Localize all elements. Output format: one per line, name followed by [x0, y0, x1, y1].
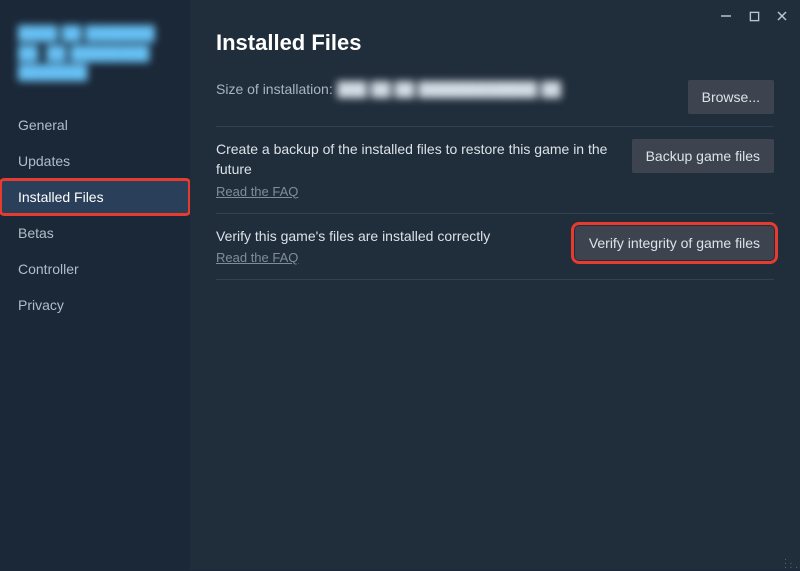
- sidebar-item-general[interactable]: General: [0, 107, 190, 143]
- main-panel: Installed Files Size of installation: ██…: [190, 0, 800, 570]
- window-controls: [718, 8, 790, 24]
- game-title-area: ████ ██ ███████ ██: ██ ████████ ███████: [0, 18, 190, 107]
- close-icon: [776, 10, 788, 22]
- sidebar-item-label: General: [18, 117, 68, 133]
- resize-grip[interactable]: .. .. . .: [784, 556, 798, 568]
- page-title: Installed Files: [216, 30, 774, 56]
- sidebar-item-installed-files[interactable]: Installed Files: [0, 179, 190, 215]
- verify-row: Verify this game's files are installed c…: [216, 214, 774, 280]
- install-path: ███ ██ ██ ████████████ ██: [337, 81, 561, 97]
- sidebar-item-label: Controller: [18, 261, 79, 277]
- maximize-button[interactable]: [746, 8, 762, 24]
- sidebar-item-betas[interactable]: Betas: [0, 215, 190, 251]
- sidebar: ████ ██ ███████ ██: ██ ████████ ███████ …: [0, 0, 190, 570]
- browse-button[interactable]: Browse...: [688, 80, 774, 114]
- sidebar-item-updates[interactable]: Updates: [0, 143, 190, 179]
- minimize-button[interactable]: [718, 8, 734, 24]
- sidebar-item-controller[interactable]: Controller: [0, 251, 190, 287]
- minimize-icon: [720, 10, 732, 22]
- install-location-row: Size of installation: ███ ██ ██ ████████…: [216, 80, 774, 127]
- game-title: ████ ██ ███████ ██: ██ ████████ ███████: [18, 24, 172, 83]
- verify-integrity-button[interactable]: Verify integrity of game files: [575, 226, 774, 260]
- maximize-icon: [749, 11, 760, 22]
- install-size-text: Size of installation: ███ ██ ██ ████████…: [216, 80, 688, 100]
- close-button[interactable]: [774, 8, 790, 24]
- backup-game-files-button[interactable]: Backup game files: [632, 139, 774, 173]
- sidebar-item-label: Updates: [18, 153, 70, 169]
- sidebar-item-label: Installed Files: [18, 189, 104, 205]
- app-root: ████ ██ ███████ ██: ██ ████████ ███████ …: [0, 0, 800, 570]
- backup-row: Create a backup of the installed files t…: [216, 127, 774, 214]
- sidebar-item-privacy[interactable]: Privacy: [0, 287, 190, 323]
- backup-faq-link[interactable]: Read the FAQ: [216, 184, 298, 199]
- backup-description: Create a backup of the installed files t…: [216, 139, 616, 180]
- sidebar-item-label: Betas: [18, 225, 54, 241]
- sidebar-item-label: Privacy: [18, 297, 64, 313]
- verify-faq-link[interactable]: Read the FAQ: [216, 250, 298, 265]
- install-size-label: Size of installation:: [216, 81, 333, 97]
- verify-description: Verify this game's files are installed c…: [216, 226, 559, 246]
- sidebar-nav: General Updates Installed Files Betas Co…: [0, 107, 190, 323]
